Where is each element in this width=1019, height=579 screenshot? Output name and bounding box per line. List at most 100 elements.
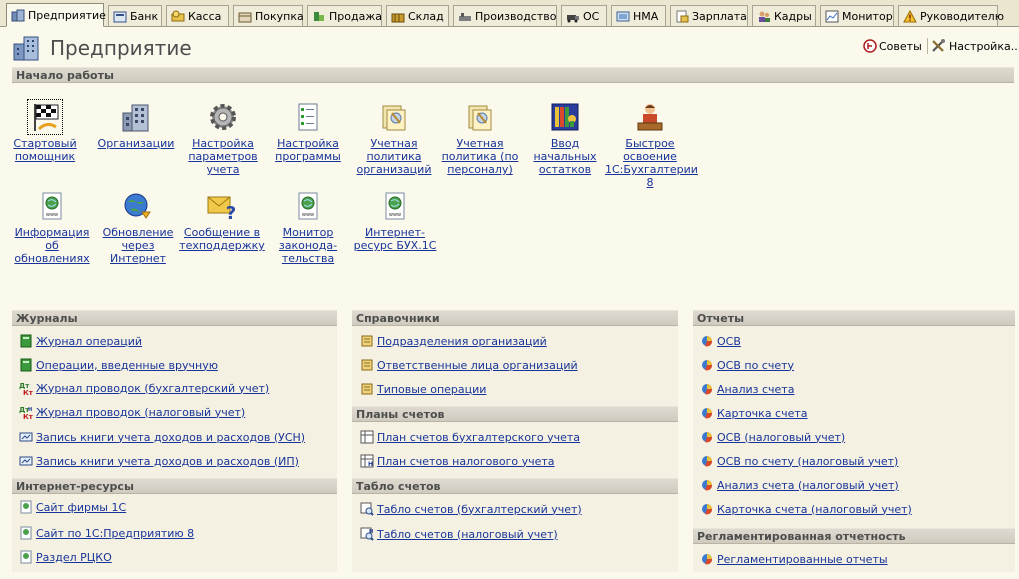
income-book-usn-link[interactable]: Запись книги учета доходов и расходов (У… — [36, 431, 305, 444]
internet-resource-link[interactable]: www Интернет-ресурс БУХ.1С — [350, 190, 440, 252]
settings-label: Настройка... — [949, 39, 1019, 53]
tab-sale[interactable]: Продажа — [307, 5, 382, 26]
list-item[interactable]: Табло счетов (бухгалтерский учет) — [360, 501, 582, 517]
start-assistant-link[interactable]: Стартовый помощник — [0, 99, 90, 163]
tab-fixed-assets[interactable]: ОС — [561, 5, 607, 26]
settings-button[interactable]: Настройка... — [931, 39, 1019, 53]
account-card-tax-link[interactable]: Карточка счета (налоговый учет) — [717, 503, 912, 516]
list-item[interactable]: Сайт фирмы 1С — [19, 499, 126, 515]
tab-manager[interactable]: Руководителю — [898, 5, 1004, 26]
updates-info-link[interactable]: www Информация об обновлениях — [7, 190, 97, 265]
tab-label: Касса — [188, 9, 222, 23]
updates-info-label: Информация об обновлениях — [14, 226, 90, 265]
opening-balances-link[interactable]: Ввод начальных остатков — [520, 101, 610, 176]
accounting-params-link[interactable]: Настройка параметров учета — [178, 101, 268, 176]
opening-balances-label: Ввод начальных остатков — [533, 137, 597, 176]
list-item[interactable]: Журнал операций — [19, 333, 142, 349]
list-item[interactable]: ОСВ (налоговый учет) — [700, 429, 845, 445]
tab-enterprise[interactable]: Предприятие — [6, 3, 106, 27]
list-item[interactable]: Ответственные лица организаций — [360, 357, 578, 373]
production-icon — [458, 10, 472, 23]
platform-site-link[interactable]: Сайт по 1С:Предприятию 8 — [36, 527, 194, 540]
account-card-link[interactable]: Карточка счета — [717, 407, 808, 420]
typical-operations-link[interactable]: Типовые операции — [377, 383, 486, 396]
legislation-monitor-link[interactable]: www Монитор законода-тельства — [263, 190, 353, 265]
tab-warehouse[interactable]: Склад — [386, 5, 449, 26]
departments-link[interactable]: Подразделения организаций — [377, 335, 547, 348]
list-item[interactable]: Запись книги учета доходов и расходов (У… — [19, 429, 305, 445]
tab-intangible[interactable]: НМА — [611, 5, 666, 26]
section-tab-bar: Предприятие Банк Касса Покупка Продажа С… — [0, 0, 1019, 27]
list-item[interactable]: ОСВ по счету — [700, 357, 794, 373]
org-policy-label: Учетная политика организаций — [356, 137, 432, 176]
svg-text:Кт: Кт — [23, 413, 33, 419]
pie-report-icon — [700, 552, 714, 566]
list-item[interactable]: Регламентированные отчеты — [700, 551, 888, 567]
responsible-persons-link[interactable]: Ответственные лица организаций — [377, 359, 578, 372]
record-icon — [19, 454, 33, 468]
list-item[interactable]: Раздел РЦКО — [19, 549, 112, 565]
list-item[interactable]: Карточка счета (налоговый учет) — [700, 501, 912, 517]
tab-label: Предприятие — [28, 8, 106, 22]
list-item[interactable]: Анализ счета (налоговый учет) — [700, 477, 899, 493]
org-policy-link[interactable]: Учетная политика организаций — [349, 101, 439, 176]
osv-link[interactable]: ОСВ — [717, 335, 741, 348]
pie-report-icon — [700, 382, 714, 396]
list-item[interactable]: Дт Кт Журнал проводок (бухгалтерский учет… — [19, 380, 269, 398]
tab-monitor[interactable]: Монитор — [820, 5, 894, 26]
list-item[interactable]: Подразделения организаций — [360, 333, 547, 349]
web-page-icon — [19, 500, 33, 514]
tab-cash[interactable]: Касса — [166, 5, 229, 26]
pie-report-icon — [700, 334, 714, 348]
list-item[interactable]: Типовые операции — [360, 381, 486, 397]
list-item[interactable]: ОСВ по счету (налоговый учет) — [700, 453, 898, 469]
staff-policy-link[interactable]: Учетная политика (по персоналу) — [435, 101, 525, 176]
tax-chart-link[interactable]: План счетов налогового учета — [377, 455, 555, 468]
list-item[interactable]: Н План счетов налогового учета — [360, 453, 555, 469]
journal-operations-link[interactable]: Журнал операций — [36, 335, 142, 348]
list-item[interactable]: Н Табло счетов (налоговый учет) — [360, 526, 558, 542]
account-analysis-tax-link[interactable]: Анализ счета (налоговый учет) — [717, 479, 899, 492]
organizations-link[interactable]: Организации — [91, 101, 181, 150]
tab-label: Продажа — [329, 9, 382, 23]
manual-operations-link[interactable]: Операции, введенные вручную — [36, 359, 218, 372]
firm-site-link[interactable]: Сайт фирмы 1С — [36, 501, 126, 514]
tab-purchase[interactable]: Покупка — [233, 5, 304, 26]
list-item[interactable]: Операции, введенные вручную — [19, 357, 218, 373]
list-item[interactable]: Карточка счета — [700, 405, 808, 421]
quick-learning-link[interactable]: Быстрое освоение 1С:Бухгалтерии 8 — [605, 101, 698, 189]
osv-by-account-tax-link[interactable]: ОСВ по счету (налоговый учет) — [717, 455, 898, 468]
building-icon — [120, 101, 152, 133]
internet-update-link[interactable]: Обновление через Интернет — [93, 190, 183, 265]
osv-tax-link[interactable]: ОСВ (налоговый учет) — [717, 431, 845, 444]
intangible-icon — [616, 10, 630, 23]
monitor-icon — [825, 10, 839, 23]
list-item[interactable]: Дт Кт Н Журнал проводок (налоговый учет) — [19, 404, 245, 422]
internet-resource-label: Интернет-ресурс БУХ.1С — [353, 226, 437, 252]
list-item[interactable]: ОСВ — [700, 333, 741, 349]
list-item[interactable]: План счетов бухгалтерского учета — [360, 429, 580, 445]
tab-staff[interactable]: Кадры — [752, 5, 816, 26]
start-assistant-label: Стартовый помощник — [13, 137, 77, 163]
osv-by-account-link[interactable]: ОСВ по счету — [717, 359, 794, 372]
program-settings-link[interactable]: Настройка программы — [263, 101, 353, 163]
tab-bank[interactable]: Банк — [108, 5, 162, 26]
accounting-chart-link[interactable]: План счетов бухгалтерского учета — [377, 431, 580, 444]
rcko-section-link[interactable]: Раздел РЦКО — [36, 551, 112, 564]
regulated-reports-link[interactable]: Регламентированные отчеты — [717, 553, 888, 566]
enterprise-icon — [11, 9, 25, 22]
entries-accounting-link[interactable]: Журнал проводок (бухгалтерский учет) — [36, 382, 269, 395]
list-item[interactable]: Запись книги учета доходов и расходов (И… — [19, 453, 299, 469]
tab-salary[interactable]: Зарплата — [670, 5, 748, 26]
checkered-flag-icon — [27, 99, 63, 135]
entries-tax-link[interactable]: Журнал проводок (налоговый учет) — [36, 406, 245, 419]
list-item[interactable]: Анализ счета — [700, 381, 794, 397]
tab-production[interactable]: Производство — [453, 5, 557, 26]
tips-button[interactable]: Советы — [863, 39, 922, 53]
list-item[interactable]: Сайт по 1С:Предприятию 8 — [19, 525, 194, 541]
board-tax-link[interactable]: Табло счетов (налоговый учет) — [377, 528, 558, 541]
account-analysis-link[interactable]: Анализ счета — [717, 383, 794, 396]
board-accounting-link[interactable]: Табло счетов (бухгалтерский учет) — [377, 503, 582, 516]
income-book-ip-link[interactable]: Запись книги учета доходов и расходов (И… — [36, 455, 299, 468]
support-message-link[interactable]: ? Сообщение в техподдержку — [177, 190, 267, 252]
